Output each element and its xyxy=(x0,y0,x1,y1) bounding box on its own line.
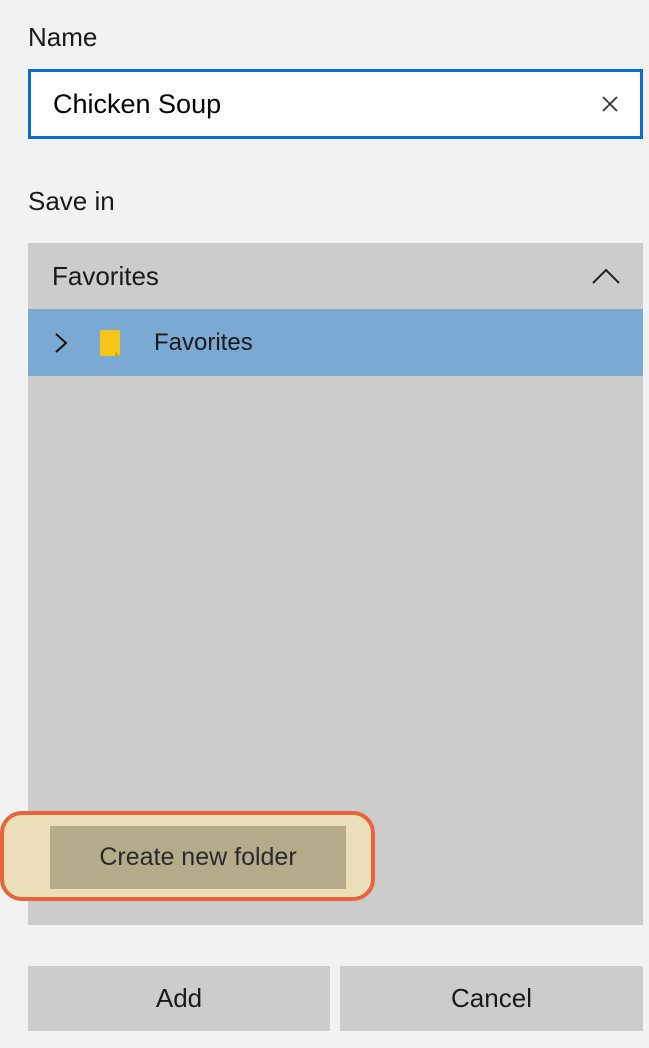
folder-icon-wrap xyxy=(98,329,154,357)
panel-header[interactable]: Favorites xyxy=(28,243,643,309)
save-in-label: Save in xyxy=(28,186,115,216)
chevron-up-icon[interactable] xyxy=(591,267,621,285)
folder-icon xyxy=(100,329,120,356)
expand-toggle[interactable] xyxy=(54,332,94,354)
add-button-label: Add xyxy=(155,983,203,1013)
panel-header-title: Favorites xyxy=(52,260,159,291)
create-new-folder-button[interactable]: Create new folder xyxy=(50,826,346,889)
create-folder-highlight: Create new folder xyxy=(0,811,375,901)
name-input-value[interactable]: Chicken Soup xyxy=(31,89,580,120)
name-label: Name xyxy=(28,22,98,52)
clear-button[interactable] xyxy=(580,72,640,136)
create-new-folder-label: Create new folder xyxy=(99,843,297,871)
cancel-button[interactable]: Cancel xyxy=(340,966,643,1031)
tree-item-label: Favorites xyxy=(154,328,253,356)
chevron-right-icon[interactable] xyxy=(54,332,68,354)
add-button[interactable]: Add xyxy=(28,966,330,1031)
name-input[interactable]: Chicken Soup xyxy=(28,69,643,139)
cancel-button-label: Cancel xyxy=(451,983,532,1013)
close-icon[interactable] xyxy=(600,94,620,114)
tree-item-favorites[interactable]: Favorites xyxy=(28,309,643,376)
save-dialog: Name Chicken Soup Save in Favorites Favo… xyxy=(0,0,649,1048)
